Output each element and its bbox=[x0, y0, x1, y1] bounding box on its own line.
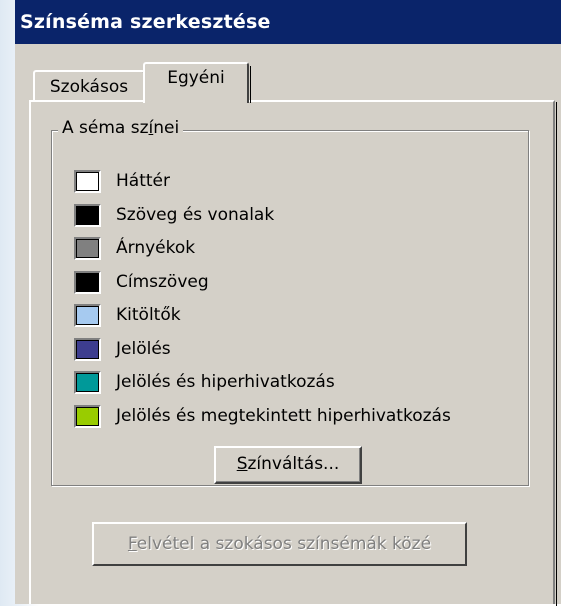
window-title: Színséma szerkesztése bbox=[20, 11, 271, 33]
dialog-window: Színséma szerkesztése Szokásos Egyéni A … bbox=[15, 0, 561, 606]
color-swatch[interactable] bbox=[74, 337, 101, 361]
tab-custom-label: Egyéni bbox=[167, 68, 225, 88]
color-swatch-fill bbox=[76, 172, 99, 191]
color-label: Jelölés bbox=[116, 338, 171, 359]
color-swatch[interactable] bbox=[74, 304, 101, 327]
scheme-colors-legend: A séma színei bbox=[58, 118, 184, 138]
color-label: Háttér bbox=[116, 171, 170, 191]
color-label: Szöveg és vonalak bbox=[116, 204, 275, 225]
color-swatch-fill bbox=[76, 306, 99, 325]
add-to-standard-schemes-button: Felvétel a szokásos színsémák közé bbox=[92, 522, 467, 566]
color-swatch[interactable] bbox=[74, 203, 101, 227]
color-swatch[interactable] bbox=[74, 270, 101, 294]
color-swatch-fill bbox=[76, 205, 99, 225]
color-label: Címszöveg bbox=[116, 271, 209, 292]
tab-standard-label: Szokásos bbox=[49, 77, 129, 97]
color-swatch-fill bbox=[76, 272, 99, 292]
title-bar: Színséma szerkesztése bbox=[15, 0, 561, 44]
color-swatch[interactable] bbox=[74, 404, 101, 428]
color-swatch-fill bbox=[76, 373, 99, 392]
tab-standard[interactable]: Szokásos bbox=[33, 70, 145, 102]
color-swatch-fill bbox=[76, 339, 99, 359]
color-swatch[interactable] bbox=[74, 371, 101, 394]
color-swatch-fill bbox=[76, 239, 99, 258]
color-label: Jelölés és hiperhivatkozás bbox=[116, 372, 335, 392]
color-label: Kitöltők bbox=[116, 305, 181, 325]
tab-custom[interactable]: Egyéni bbox=[143, 62, 251, 103]
color-swatch[interactable] bbox=[74, 237, 101, 260]
change-color-button[interactable]: Színváltás... bbox=[214, 446, 362, 484]
color-swatch[interactable] bbox=[74, 170, 101, 193]
color-label: Jelölés és megtekintett hiperhivatkozás bbox=[116, 405, 451, 426]
color-label: Árnyékok bbox=[116, 238, 196, 258]
color-swatch-fill bbox=[76, 406, 99, 426]
